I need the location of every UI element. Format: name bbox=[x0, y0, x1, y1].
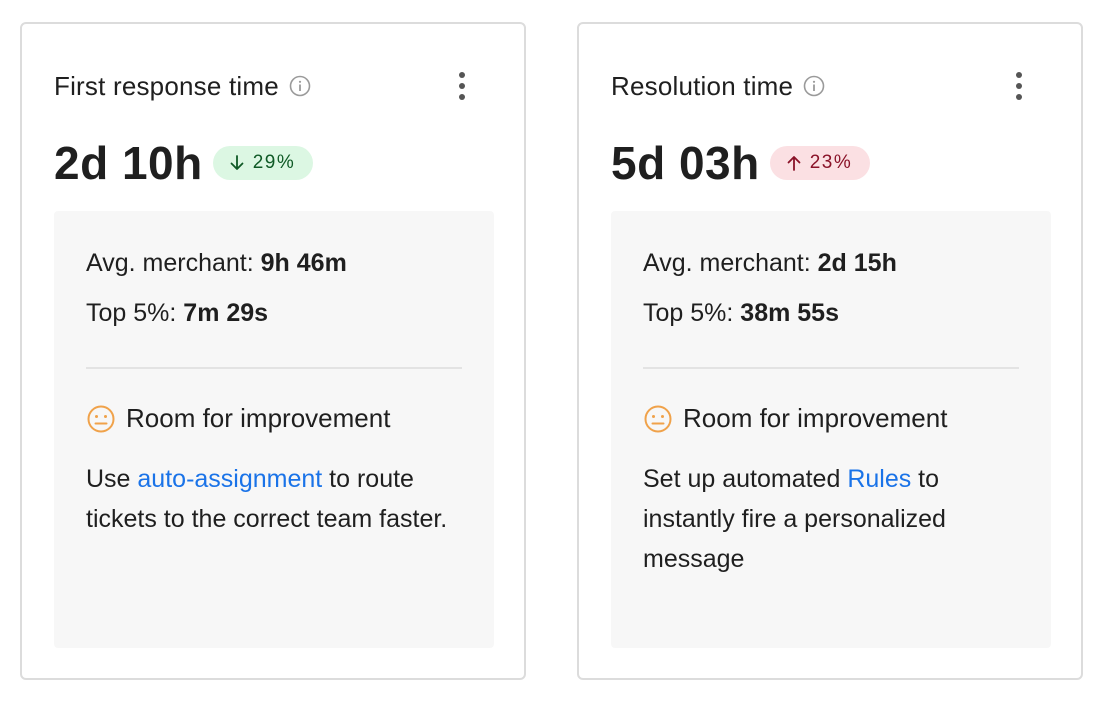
tip-body: Use auto-assignment to route tickets to … bbox=[86, 459, 466, 539]
more-vertical-icon[interactable] bbox=[450, 70, 474, 102]
top-percent-value: 7m 29s bbox=[183, 299, 269, 327]
metric-card-resolution: Resolution time 5d 03h 23% Avg. merchant… bbox=[577, 22, 1083, 680]
avg-merchant-label: Avg. merchant: bbox=[643, 249, 811, 277]
metric-value: 2d 10h bbox=[54, 137, 203, 189]
delta-badge: 23% bbox=[769, 146, 871, 180]
metric-row: 5d 03h 23% bbox=[611, 137, 871, 189]
top-percent-label: Top 5%: bbox=[643, 299, 734, 327]
card-title: Resolution time bbox=[611, 70, 794, 101]
neutral-face-icon bbox=[86, 404, 116, 434]
metric-value: 5d 03h bbox=[611, 137, 760, 189]
info-circle-icon[interactable] bbox=[803, 75, 825, 97]
avg-merchant-label: Avg. merchant: bbox=[86, 249, 254, 277]
avg-merchant-value: 2d 15h bbox=[817, 249, 897, 277]
metric-row: 2d 10h 29% bbox=[54, 137, 314, 189]
tip-title: Room for improvement bbox=[126, 403, 391, 433]
tip-header: Room for improvement bbox=[643, 403, 947, 434]
top-percent-row: Top 5%: 38m 55s bbox=[643, 299, 839, 328]
avg-merchant-value: 9h 46m bbox=[260, 249, 347, 277]
avg-merchant-row: Avg. merchant: 2d 15h bbox=[643, 249, 897, 278]
more-vertical-icon[interactable] bbox=[1007, 70, 1031, 102]
benchmark-panel: Avg. merchant: 2d 15h Top 5%: 38m 55s Ro… bbox=[611, 211, 1051, 648]
arrow-up-icon bbox=[787, 156, 801, 171]
info-circle-icon[interactable] bbox=[289, 75, 311, 97]
card-title: First response time bbox=[54, 70, 279, 101]
divider bbox=[643, 367, 1019, 369]
card-header: First response time bbox=[54, 68, 492, 104]
top-percent-row: Top 5%: 7m 29s bbox=[86, 299, 268, 328]
tip-text-before: Set up automated bbox=[643, 465, 848, 493]
top-percent-label: Top 5%: bbox=[86, 299, 177, 327]
arrow-down-icon bbox=[230, 155, 244, 170]
neutral-face-icon bbox=[643, 404, 673, 434]
tip-title: Room for improvement bbox=[683, 403, 948, 433]
rules-link[interactable]: Rules bbox=[847, 465, 911, 493]
delta-badge: 29% bbox=[212, 146, 314, 180]
tip-body: Set up automated Rules to instantly fire… bbox=[643, 459, 1023, 579]
metric-card-first-response: First response time 2d 10h 29% Avg. merc… bbox=[20, 22, 526, 680]
card-header: Resolution time bbox=[611, 68, 1049, 104]
delta-text: 29% bbox=[252, 152, 296, 173]
auto-assignment-link[interactable]: auto-assignment bbox=[137, 465, 322, 493]
top-percent-value: 38m 55s bbox=[740, 299, 839, 327]
benchmark-panel: Avg. merchant: 9h 46m Top 5%: 7m 29s Roo… bbox=[54, 211, 494, 648]
tip-text-before: Use bbox=[86, 465, 138, 493]
divider bbox=[86, 367, 462, 369]
tip-header: Room for improvement bbox=[86, 403, 390, 434]
delta-text: 23% bbox=[809, 152, 853, 173]
avg-merchant-row: Avg. merchant: 9h 46m bbox=[86, 249, 347, 278]
